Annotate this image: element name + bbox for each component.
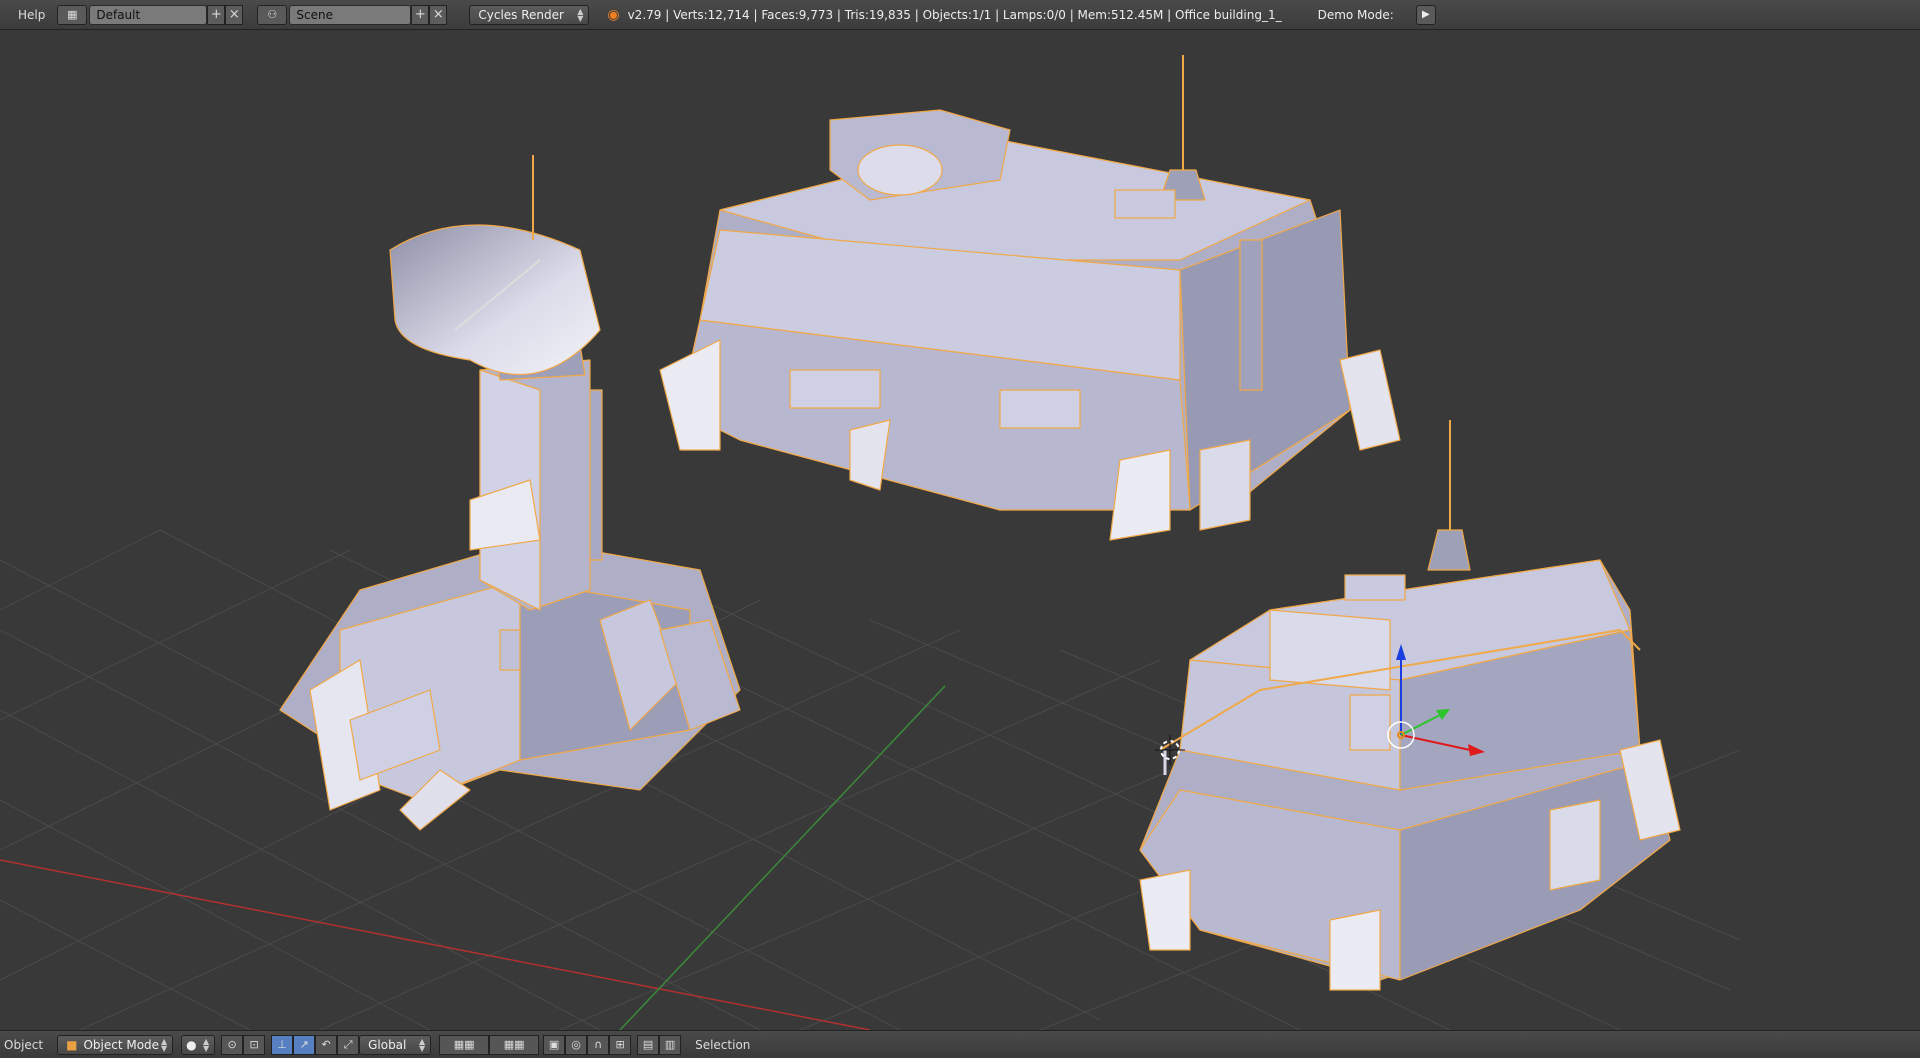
object-menu[interactable]: Object: [4, 1038, 43, 1052]
remove-scene-button[interactable]: ×: [429, 4, 448, 25]
add-layout-button[interactable]: +: [207, 4, 226, 25]
render-engine-dropdown[interactable]: Cycles Render ▲ ▼: [469, 4, 590, 25]
add-scene-button[interactable]: +: [411, 4, 430, 25]
lock-icon: ▣: [548, 1038, 560, 1051]
viewport-header: Object ■ Object Mode ▲ ▼ ● ▲ ▼ ⊙ ⊡ ⊥ ↗ ↶ ⤢…: [0, 1030, 1920, 1058]
screen-layout-selector[interactable]: ▦: [57, 4, 88, 25]
blender-logo-icon: ◉: [607, 6, 620, 23]
layer-group-1-button[interactable]: ▦▦: [439, 1034, 490, 1055]
transform-orientation-dropdown[interactable]: Global ▲ ▼: [359, 1034, 432, 1055]
proportional-icon: ◎: [571, 1038, 581, 1051]
play-icon: ▶: [1421, 9, 1430, 20]
updown-arrow-icon: ▲ ▼: [160, 1036, 168, 1053]
scale-icon: ⤢: [343, 1037, 353, 1051]
viewport-canvas: [0, 55, 1741, 1030]
selection-label: Selection: [695, 1037, 751, 1052]
layers-grid-icon: ▦▦: [503, 1038, 525, 1051]
clapper-icon: ▥: [664, 1038, 676, 1051]
updown-arrow-icon: ▲ ▼: [577, 6, 584, 23]
render-engine-label: Cycles Render: [478, 7, 564, 22]
viewport-shading-dropdown[interactable]: ● ▲ ▼: [181, 1034, 216, 1055]
lock-layers-button[interactable]: ▣: [543, 1034, 566, 1055]
snap-element-button[interactable]: ⊞: [609, 1034, 632, 1055]
pivot-icon: ⊙: [227, 1038, 237, 1051]
opengl-render-animation-button[interactable]: ▥: [659, 1034, 682, 1055]
info-header: Help ▦ Default + × ⚇ Scene + × Cycles Re…: [0, 0, 1920, 30]
manipulator-center-button[interactable]: ⊡: [243, 1034, 266, 1055]
updown-arrow-icon: ▲ ▼: [418, 1036, 426, 1053]
demo-mode-label: Demo Mode:: [1317, 7, 1394, 22]
layer-group-2-button[interactable]: ▦▦: [489, 1034, 540, 1055]
manipulator-icon: ⊡: [249, 1038, 259, 1051]
help-menu[interactable]: Help: [18, 8, 45, 22]
rotate-icon: ↶: [321, 1038, 331, 1051]
scene-stats: v2.79 | Verts:12,714 | Faces:9,773 | Tri…: [627, 7, 1282, 22]
arrow-icon: ↗: [299, 1038, 309, 1051]
interaction-mode-dropdown[interactable]: ■ Object Mode ▲ ▼: [57, 1034, 174, 1055]
scene-field[interactable]: Scene: [289, 4, 412, 25]
office-building-main-model: [659, 55, 1401, 541]
radar-tower-model: [279, 155, 741, 831]
object-mode-label: Object Mode: [83, 1037, 160, 1052]
pivot-point-button[interactable]: ⊙: [221, 1034, 244, 1055]
grid-layout-icon: ▦: [67, 8, 78, 21]
magnet-icon: ∩: [594, 1038, 603, 1051]
layout-field[interactable]: Default: [89, 4, 208, 25]
close-icon: ×: [432, 7, 444, 22]
camera-icon: ▤: [642, 1038, 654, 1051]
snap-toggle-button[interactable]: ∩: [587, 1034, 610, 1055]
rotate-manipulator-button[interactable]: ↶: [315, 1034, 338, 1055]
remove-layout-button[interactable]: ×: [225, 4, 244, 25]
object-mode-icon: ■: [66, 1037, 78, 1052]
axis-arrows-icon: ⊥: [277, 1038, 287, 1051]
orientation-label: Global: [368, 1037, 407, 1052]
snap-increment-icon: ⊞: [615, 1038, 625, 1051]
layers-grid-icon: ▦▦: [453, 1038, 475, 1051]
updown-arrow-icon: ▲ ▼: [202, 1036, 210, 1053]
scene-icon: ⚇: [267, 8, 278, 21]
demo-play-button[interactable]: ▶: [1415, 4, 1436, 25]
x-axis-line: [0, 859, 871, 1030]
proportional-edit-button[interactable]: ◎: [565, 1034, 588, 1055]
solid-sphere-icon: ●: [186, 1037, 197, 1052]
scale-manipulator-button[interactable]: ⤢: [337, 1034, 360, 1055]
close-icon: ×: [228, 7, 240, 22]
3d-viewport[interactable]: [0, 30, 1920, 1030]
plus-icon: +: [210, 7, 222, 22]
scene-selector[interactable]: ⚇: [257, 4, 288, 25]
manipulator-toggle-button[interactable]: ⊥: [271, 1034, 294, 1055]
opengl-render-button[interactable]: ▤: [637, 1034, 660, 1055]
translate-manipulator-button[interactable]: ↗: [293, 1034, 316, 1055]
plus-icon: +: [414, 7, 426, 22]
